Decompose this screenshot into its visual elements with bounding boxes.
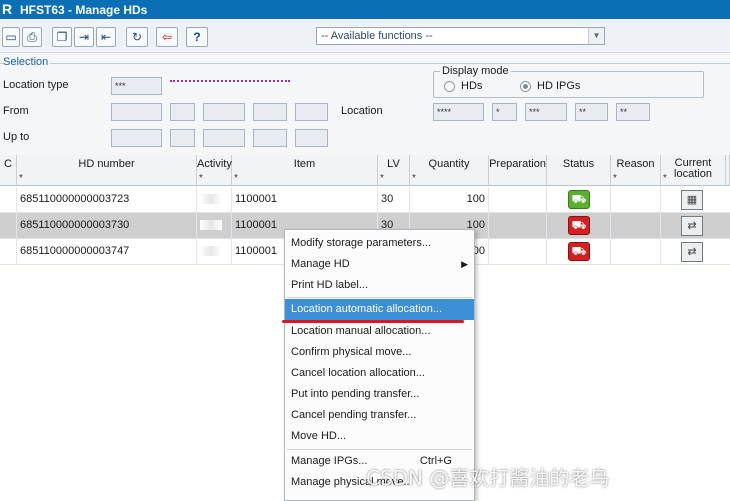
preparation-cell xyxy=(489,187,547,212)
help-icon[interactable]: ? xyxy=(186,27,208,47)
available-functions-select[interactable]: -- Available functions -- ▼ xyxy=(316,27,605,45)
activity-cell xyxy=(197,187,232,212)
menu-item-manage-hd[interactable]: Manage HD ▶ xyxy=(285,254,474,275)
column-header-lv[interactable]: LV * xyxy=(378,155,410,186)
location-type-label: Location type xyxy=(3,79,69,91)
upto-field-4[interactable] xyxy=(253,129,287,147)
location-field-2[interactable]: * xyxy=(492,103,517,121)
column-header-c[interactable]: C xyxy=(0,155,17,186)
location-type-field[interactable]: *** xyxy=(111,77,162,95)
row-check[interactable] xyxy=(0,239,17,264)
upto-field-5[interactable] xyxy=(295,129,328,147)
rack-location-icon[interactable]: ▦ xyxy=(681,190,703,210)
new-icon[interactable]: ▭ xyxy=(2,27,20,47)
menu-item-cancel-location-allocation[interactable]: Cancel location allocation... xyxy=(285,363,474,384)
title-bar: R HFST63 - Manage HDs xyxy=(0,0,730,19)
from-field-3[interactable] xyxy=(203,103,245,121)
transfer-location-icon[interactable]: ⇄ xyxy=(681,216,703,236)
preparation-cell xyxy=(489,213,547,238)
reason-cell xyxy=(611,213,661,238)
menu-item-cancel-pending-transfer[interactable]: Cancel pending transfer... xyxy=(285,405,474,426)
column-header-item[interactable]: Item * xyxy=(232,155,378,186)
location-field-1[interactable]: **** xyxy=(433,103,484,121)
watermark: CSDN @喜欢打酱油的老鸟 xyxy=(366,466,610,490)
selection-panel: Selection Location type *** From Up to L… xyxy=(0,53,730,155)
chevron-down-icon[interactable]: ▼ xyxy=(588,28,604,44)
copy-icon[interactable]: ❐ xyxy=(52,27,72,47)
hd-number-cell: 685110000000003730 xyxy=(17,213,197,238)
upto-field-2[interactable] xyxy=(170,129,195,147)
location-type-description xyxy=(170,80,290,82)
window-title: HFST63 - Manage HDs xyxy=(20,2,148,17)
refresh-icon[interactable]: ↻ xyxy=(126,27,148,47)
app-logo-icon: R xyxy=(2,1,13,17)
menu-item-confirm-physical-move[interactable]: Confirm physical move... xyxy=(285,342,474,363)
menu-separator xyxy=(287,449,472,450)
selection-legend: Selection xyxy=(3,56,51,68)
column-header-preparation[interactable]: Preparation xyxy=(489,155,547,186)
hd-number-cell: 685110000000003723 xyxy=(17,187,197,212)
column-header-hd-number[interactable]: HD number * xyxy=(17,155,197,186)
quantity-cell: 100 xyxy=(410,187,489,212)
menu-item-put-into-pending-transfer[interactable]: Put into pending transfer... xyxy=(285,384,474,405)
reason-cell xyxy=(611,187,661,212)
row-check[interactable] xyxy=(0,213,17,238)
move-in-icon[interactable]: ⇥ xyxy=(74,27,94,47)
available-functions-value: -- Available functions -- xyxy=(321,30,433,42)
context-menu: Modify storage parameters... Manage HD ▶ … xyxy=(284,229,475,501)
from-field-4[interactable] xyxy=(253,103,287,121)
column-header-reason[interactable]: Reason * xyxy=(611,155,661,186)
menu-separator xyxy=(287,297,472,298)
preparation-cell xyxy=(489,239,547,264)
upto-label: Up to xyxy=(3,131,30,143)
hd-ipgs-radio[interactable] xyxy=(520,81,531,92)
column-header-status[interactable]: Status xyxy=(547,155,611,186)
reason-cell xyxy=(611,239,661,264)
column-header-activity[interactable]: Activity * xyxy=(197,155,232,186)
location-field-4[interactable]: ** xyxy=(575,103,608,121)
upto-field-3[interactable] xyxy=(203,129,245,147)
move-out-icon[interactable]: ⇤ xyxy=(96,27,116,47)
exit-icon[interactable]: ⇦ xyxy=(156,27,178,47)
menu-item-move-hd[interactable]: Move HD... xyxy=(285,426,474,447)
transfer-location-icon[interactable]: ⇄ xyxy=(681,242,703,262)
activity-cell xyxy=(197,213,232,238)
table-row[interactable]: 685110000000003723 1100001 30 100 ⛟ ▦ xyxy=(0,187,730,213)
hd-number-cell: 685110000000003747 xyxy=(17,239,197,264)
menu-item-location-automatic-allocation[interactable]: Location automatic allocation... xyxy=(285,299,474,320)
activity-cell xyxy=(197,239,232,264)
location-label: Location xyxy=(341,105,383,117)
column-header-quantity[interactable]: Quantity * xyxy=(410,155,489,186)
truck-status-icon[interactable]: ⛟ xyxy=(568,242,590,261)
truck-status-icon[interactable]: ⛟ xyxy=(568,190,590,209)
column-header-current-location[interactable]: Current location * xyxy=(661,155,726,186)
row-check[interactable] xyxy=(0,187,17,212)
display-mode-group: Display mode HDs HD IPGs xyxy=(433,65,704,98)
annotation-underline xyxy=(282,320,464,323)
location-field-3[interactable]: *** xyxy=(525,103,567,121)
chevron-right-icon: ▶ xyxy=(461,259,468,269)
menu-item-modify-storage-parameters[interactable]: Modify storage parameters... xyxy=(285,233,474,254)
from-label: From xyxy=(3,105,29,117)
print-icon[interactable]: ⎙ xyxy=(22,27,42,47)
divider xyxy=(0,63,730,64)
display-mode-legend: Display mode xyxy=(440,65,511,77)
from-field-2[interactable] xyxy=(170,103,195,121)
from-field-5[interactable] xyxy=(295,103,328,121)
from-field-1[interactable] xyxy=(111,103,162,121)
item-cell: 1100001 xyxy=(232,187,378,212)
hd-ipgs-radio-label: HD IPGs xyxy=(537,80,581,92)
hds-radio[interactable] xyxy=(444,81,455,92)
location-field-5[interactable]: ** xyxy=(616,103,650,121)
lv-cell: 30 xyxy=(378,187,410,212)
column-header-more[interactable] xyxy=(726,155,730,186)
menu-item-location-manual-allocation[interactable]: Location manual allocation... xyxy=(285,321,474,342)
upto-field-1[interactable] xyxy=(111,129,162,147)
hds-radio-label: HDs xyxy=(461,80,483,92)
truck-status-icon[interactable]: ⛟ xyxy=(568,216,590,235)
menu-item-print-hd-label[interactable]: Print HD label... xyxy=(285,275,474,296)
